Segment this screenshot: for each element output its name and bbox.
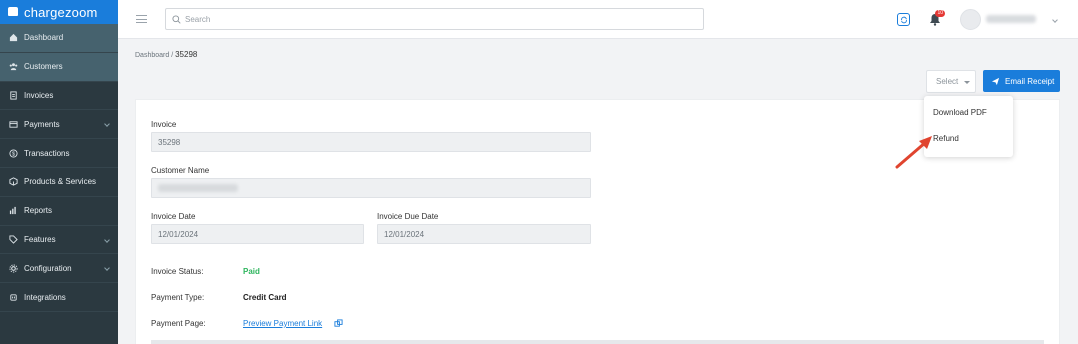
due-date-label: Invoice Due Date — [377, 212, 439, 221]
breadcrumb: Dashboard / 35298 — [135, 50, 197, 59]
breadcrumb-dashboard[interactable]: Dashboard — [135, 52, 169, 59]
search-icon — [172, 14, 181, 24]
sync-icon[interactable] — [897, 13, 910, 26]
sidebar-item-label: Configuration — [24, 263, 72, 273]
copy-link-icon[interactable] — [334, 319, 343, 328]
invoice-status-label: Invoice Status: — [151, 267, 204, 276]
topbar: 10 — [118, 0, 1078, 39]
search-box[interactable] — [165, 8, 704, 30]
sidebar-item-label: Products & Services — [24, 177, 97, 187]
gear-icon — [8, 263, 18, 273]
payment-page-label: Payment Page: — [151, 319, 206, 328]
invoice-date-field: 12/01/2024 — [151, 224, 364, 244]
send-icon — [991, 77, 1000, 85]
logo-icon — [8, 6, 18, 16]
invoice-status-value: Paid — [243, 267, 260, 276]
search-input[interactable] — [185, 14, 685, 24]
invoice-label: Invoice — [151, 120, 177, 129]
sidebar-item-integrations[interactable]: Integrations — [0, 283, 118, 312]
invoice-icon — [8, 90, 18, 100]
email-receipt-button[interactable]: Email Receipt — [983, 70, 1060, 92]
sidebar-item-customers[interactable]: Customers — [0, 52, 118, 82]
payment-type-value: Credit Card — [243, 293, 287, 302]
sidebar-item-transactions[interactable]: $ Transactions — [0, 139, 118, 168]
sidebar-item-label: Reports — [24, 206, 53, 216]
brand-logo[interactable]: chargezoom — [0, 0, 118, 24]
table-header-strip — [151, 340, 1044, 344]
notification-badge: 10 — [935, 10, 945, 17]
select-dropdown-menu: Download PDF Refund — [924, 96, 1013, 157]
invoice-date-value: 12/01/2024 — [158, 229, 199, 239]
box-icon — [8, 177, 18, 187]
sidebar-item-invoices[interactable]: Invoices — [0, 82, 118, 111]
chevron-down-icon — [104, 265, 110, 272]
select-label: Select — [936, 77, 959, 86]
sidebar-item-features[interactable]: Features — [0, 226, 118, 255]
menu-item-refund[interactable]: Refund — [924, 126, 1013, 150]
svg-text:$: $ — [12, 151, 15, 157]
sidebar-item-label: Transactions — [24, 148, 70, 158]
sidebar-item-label: Dashboard — [24, 33, 64, 43]
preview-payment-link[interactable]: Preview Payment Link — [243, 319, 322, 328]
invoice-number-field: 35298 — [151, 132, 591, 152]
sidebar-item-configuration[interactable]: Configuration — [0, 254, 118, 284]
customer-name-field — [151, 178, 591, 198]
chevron-down-icon — [104, 236, 110, 243]
due-date-value: 12/01/2024 — [384, 229, 425, 239]
sidebar-item-payments[interactable]: Payments — [0, 110, 118, 140]
menu-item-download-pdf[interactable]: Download PDF — [924, 100, 1013, 124]
menu-toggle-icon[interactable] — [136, 15, 147, 23]
users-icon — [8, 62, 18, 72]
tag-icon — [8, 234, 18, 244]
plug-icon — [8, 292, 18, 302]
sidebar-item-label: Invoices — [24, 90, 54, 100]
refund-label: Refund — [933, 133, 959, 143]
sidebar-item-label: Integrations — [24, 292, 66, 302]
sidebar: chargezoom Dashboard Customers Invoices Pay… — [0, 0, 118, 344]
invoice-number-value: 35298 — [158, 137, 181, 147]
user-name-blurred[interactable] — [986, 15, 1036, 23]
sidebar-item-label: Payments — [24, 119, 60, 129]
due-date-field: 12/01/2024 — [377, 224, 591, 244]
invoice-date-label: Invoice Date — [151, 212, 196, 221]
sidebar-item-dashboard[interactable]: Dashboard — [0, 24, 118, 53]
breadcrumb-current: 35298 — [175, 50, 198, 59]
chevron-down-icon — [104, 121, 110, 128]
select-dropdown[interactable]: Select — [926, 70, 976, 93]
chevron-down-icon[interactable] — [1052, 17, 1058, 23]
red-arrow-annotation-icon — [895, 136, 932, 169]
sidebar-item-reports[interactable]: Reports — [0, 197, 118, 226]
avatar[interactable] — [960, 9, 981, 30]
chart-icon — [8, 206, 18, 216]
sidebar-item-products-services[interactable]: Products & Services — [0, 168, 118, 197]
sidebar-item-label: Customers — [24, 62, 63, 72]
download-pdf-label: Download PDF — [933, 107, 987, 117]
dollar-icon: $ — [8, 148, 18, 158]
customer-name-label: Customer Name — [151, 166, 210, 175]
notifications-bell-icon[interactable]: 10 — [929, 10, 945, 26]
sidebar-item-label: Features — [24, 234, 56, 244]
customer-name-blurred — [158, 184, 238, 192]
caret-down-icon — [964, 81, 970, 84]
email-receipt-label: Email Receipt — [1005, 76, 1055, 86]
brand-name: chargezoom — [24, 4, 98, 20]
card-icon — [8, 119, 18, 129]
payment-type-label: Payment Type: — [151, 293, 205, 302]
home-icon — [8, 33, 18, 43]
